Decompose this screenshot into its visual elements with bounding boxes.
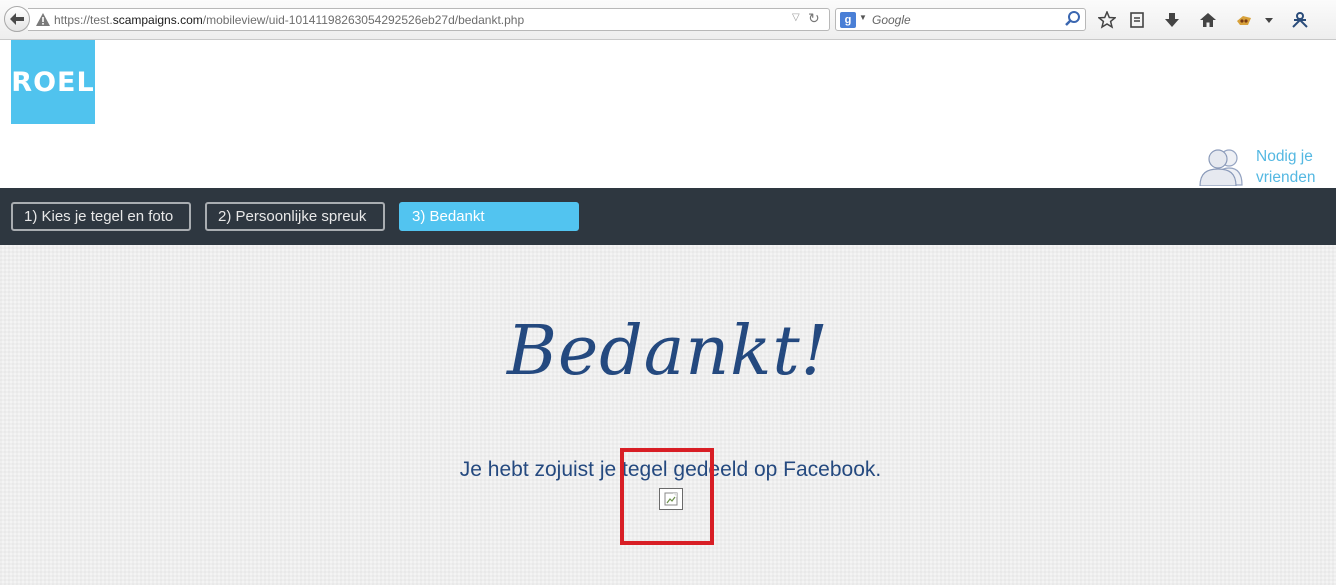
search-input[interactable]: Google: [872, 13, 911, 27]
search-bar[interactable]: g ▼ Google: [835, 8, 1086, 31]
invite-friends-link[interactable]: Nodig je vrienden uit: [1196, 146, 1336, 207]
engine-dropdown-icon[interactable]: ▼: [859, 13, 867, 22]
downloads-icon[interactable]: [1161, 9, 1183, 31]
back-arrow-icon: [10, 13, 24, 25]
browser-toolbar: https://test.scampaigns.com/mobileview/u…: [0, 0, 1336, 40]
google-engine-icon[interactable]: g: [840, 12, 856, 28]
search-icon[interactable]: [1064, 10, 1082, 33]
bookmarks-menu-icon[interactable]: [1126, 9, 1148, 31]
page-title: Bedankt!: [507, 312, 829, 391]
annotation-highlight-box: [620, 448, 714, 545]
url-bar[interactable]: https://test.scampaigns.com/mobileview/u…: [28, 8, 830, 31]
url-history-dropdown-icon[interactable]: ▽: [792, 12, 800, 23]
main-content: Bedankt! Je hebt zojuist je tegel gedeel…: [0, 245, 1336, 585]
steps-navigation: 1) Kies je tegel en foto 2) Persoonlijke…: [0, 188, 1336, 245]
url-prefix: https://test.: [54, 13, 113, 27]
step-1-button[interactable]: 1) Kies je tegel en foto: [11, 202, 191, 231]
url-text[interactable]: https://test.scampaigns.com/mobileview/u…: [54, 13, 524, 27]
addon-icon[interactable]: [1289, 9, 1311, 31]
extension-dropdown-icon[interactable]: [1258, 9, 1280, 31]
bookmark-star-icon[interactable]: [1096, 9, 1118, 31]
url-path: /mobileview/uid-10141198263054292526eb27…: [202, 13, 525, 27]
back-button[interactable]: [4, 6, 30, 32]
home-icon[interactable]: [1197, 9, 1219, 31]
step-2-button[interactable]: 2) Persoonlijke spreuk: [205, 202, 385, 231]
security-warning-icon[interactable]: [36, 13, 50, 31]
friends-avatar-icon: [1199, 149, 1243, 186]
url-domain: scampaigns.com: [112, 13, 203, 27]
invite-line-1: Nodig je: [1256, 148, 1313, 165]
reload-icon[interactable]: ↻: [808, 10, 820, 27]
roel-logo[interactable]: ROEL: [11, 40, 95, 124]
extension-icon[interactable]: [1233, 9, 1255, 31]
step-3-button[interactable]: 3) Bedankt: [399, 202, 579, 231]
